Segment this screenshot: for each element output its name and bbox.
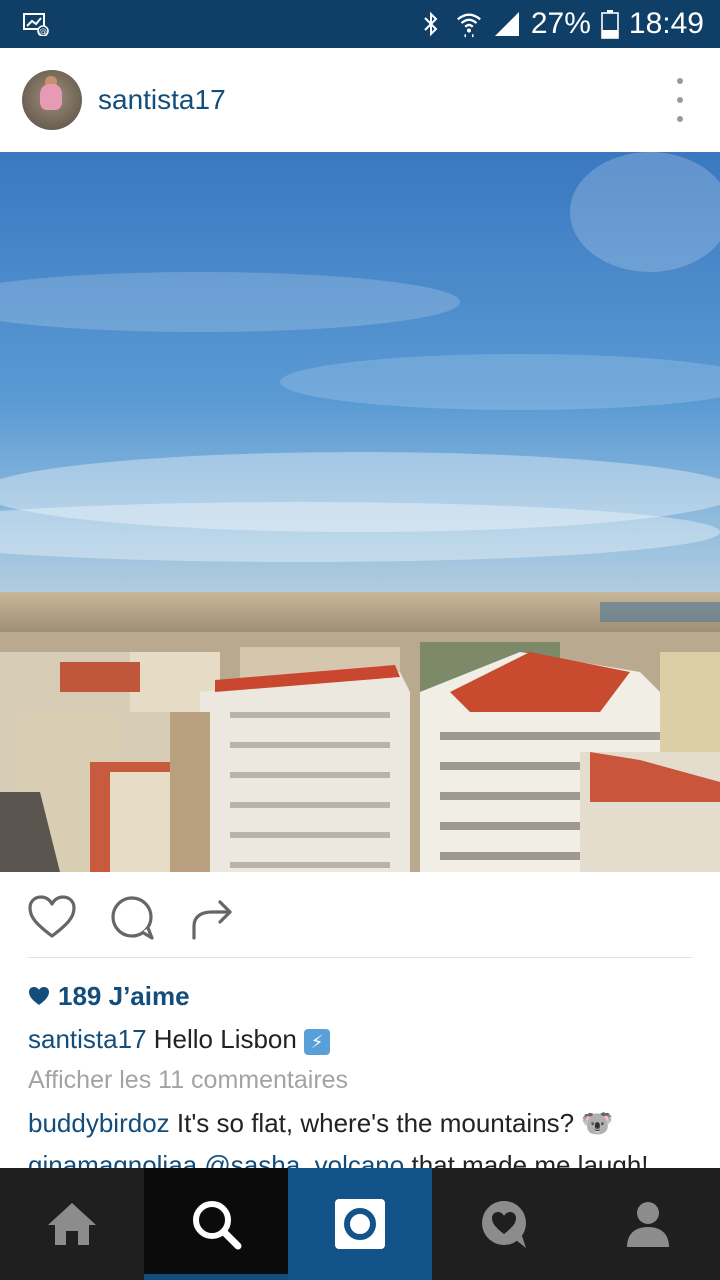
post-header: santista17: [0, 48, 720, 153]
nav-activity[interactable]: [432, 1168, 576, 1280]
like-heart-icon[interactable]: [26, 892, 78, 944]
clock: 18:49: [628, 7, 704, 40]
status-bar: @ 27% 18:49: [0, 0, 720, 48]
signal-icon: [494, 12, 519, 36]
view-comments-link[interactable]: Afficher les 11 commentaires: [28, 1066, 348, 1095]
heart-filled-icon: [29, 987, 49, 1005]
battery-percent: 27%: [530, 7, 591, 40]
bluetooth-icon: [424, 11, 438, 37]
post-photo[interactable]: [0, 152, 720, 872]
camera-icon: [335, 1199, 385, 1249]
svg-text:@: @: [39, 27, 47, 36]
nav-home[interactable]: [0, 1168, 144, 1280]
nav-camera[interactable]: [288, 1168, 432, 1280]
post-username[interactable]: santista17: [98, 84, 226, 116]
avatar[interactable]: [22, 70, 82, 130]
post-actions: [0, 872, 720, 958]
profile-icon: [627, 1202, 669, 1247]
battery-icon: [601, 10, 619, 39]
bottom-nav: [0, 1168, 720, 1280]
search-icon: [193, 1201, 242, 1250]
comment-item: buddybirdoz It's so flat, where's the mo…: [28, 1108, 614, 1139]
nav-profile[interactable]: [576, 1168, 720, 1280]
wifi-icon: [456, 13, 481, 38]
activity-icon: [482, 1201, 526, 1248]
comment-icon[interactable]: [106, 892, 158, 944]
share-arrow-icon[interactable]: [186, 892, 238, 944]
more-dot-icon: [677, 116, 683, 122]
divider: [28, 957, 692, 958]
caption-username[interactable]: santista17: [28, 1024, 147, 1054]
likes-label: 189 J’aime: [58, 980, 190, 1011]
koala-emoji-icon: 🐨: [581, 1108, 614, 1138]
comment-text: It's so flat, where's the mountains?: [176, 1108, 575, 1138]
screen-cast-icon: @: [23, 13, 49, 36]
likes-count[interactable]: 189 J’aime: [28, 978, 190, 1014]
post-caption: santista17 Hello Lisbon ⚡: [28, 1024, 331, 1055]
more-options-button[interactable]: [670, 78, 690, 122]
nav-search[interactable]: [144, 1168, 288, 1280]
more-dot-icon: [677, 97, 683, 103]
caption-text: Hello Lisbon: [153, 1024, 297, 1054]
comment-username[interactable]: buddybirdoz: [28, 1108, 170, 1138]
lightning-emoji-icon: ⚡: [304, 1029, 331, 1055]
more-dot-icon: [677, 78, 683, 84]
home-icon: [48, 1203, 96, 1245]
